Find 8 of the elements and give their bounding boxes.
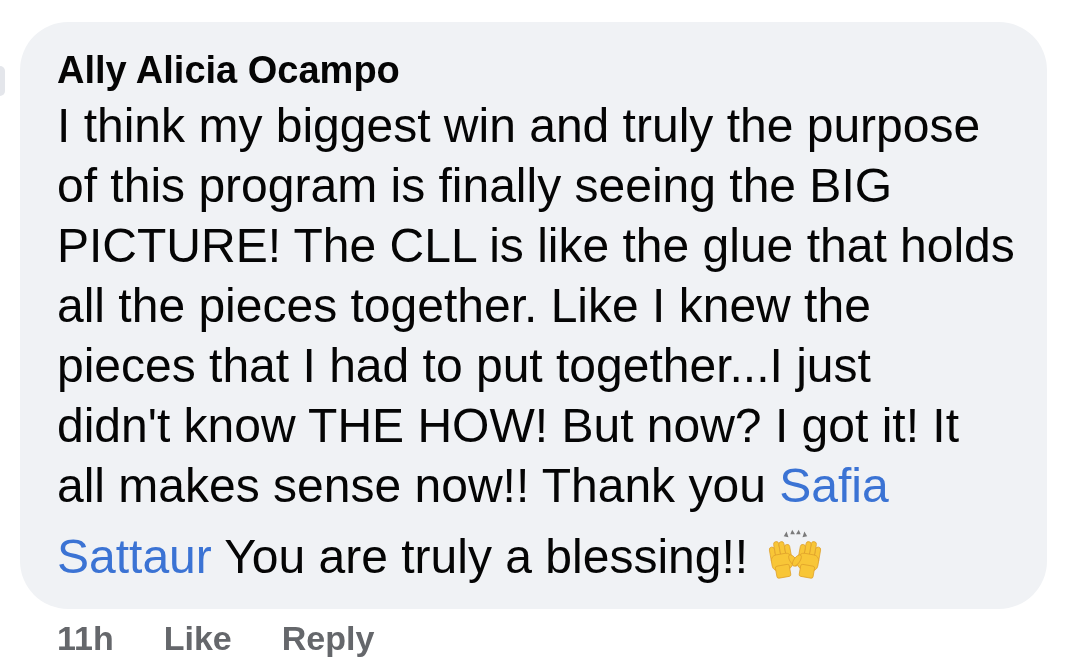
mention-link[interactable]: Sattaur xyxy=(57,530,212,583)
comment-action-link[interactable]: Like xyxy=(163,621,232,655)
mention-link[interactable]: Safia xyxy=(779,459,889,512)
comment-timestamp[interactable]: 11h xyxy=(57,621,114,655)
comment-text: I think my biggest win and truly the purpose of this program is finally seeing the BIG PICTURE! The CLL is like the glue that holds all the pieces together. Like I knew the pieces that I had to put together...I just didn't know THE HOW! But now? I got it! It all makes sense now!! Thank you Safia Sattaur You are truly a blessing!! xyxy=(57,98,1016,585)
avatar-edge[interactable] xyxy=(0,66,5,96)
author-name[interactable]: Ally Alicia Ocampo xyxy=(57,48,1027,92)
comment-action-link[interactable]: Reply xyxy=(281,621,375,655)
